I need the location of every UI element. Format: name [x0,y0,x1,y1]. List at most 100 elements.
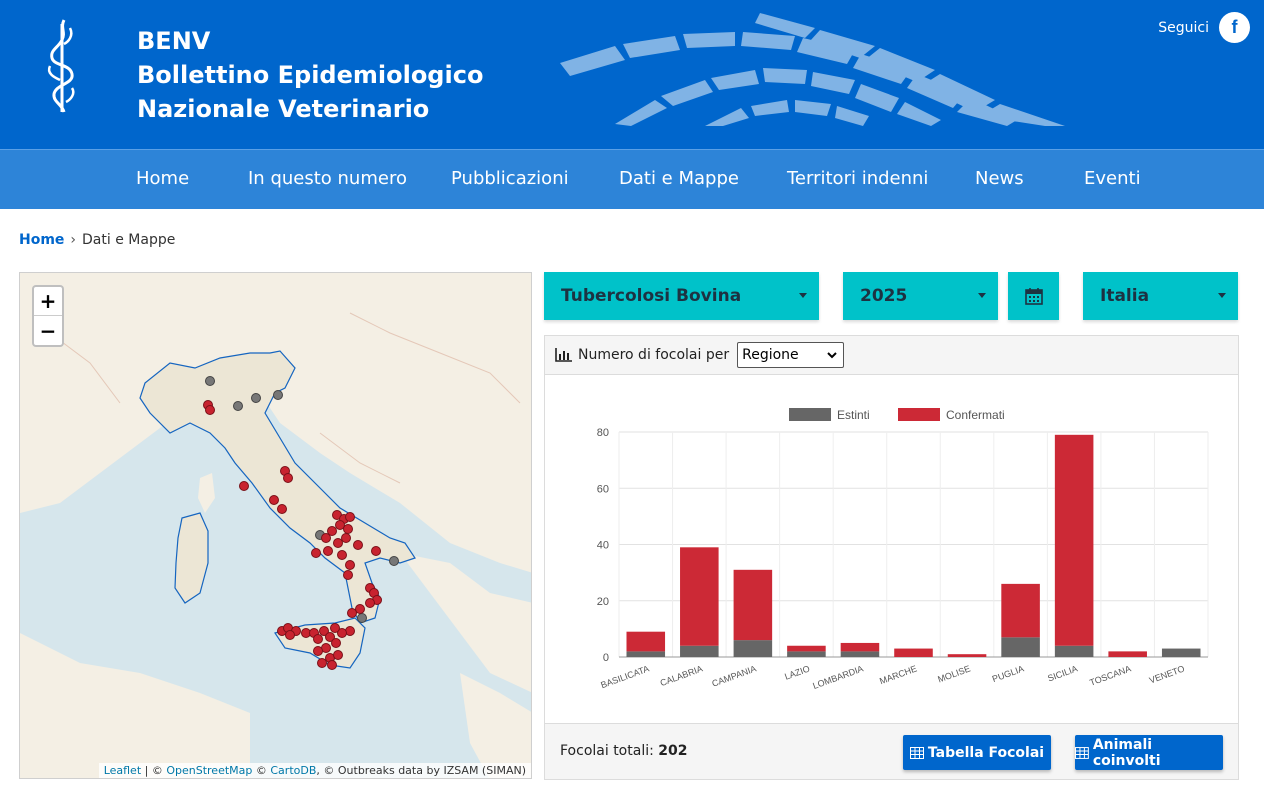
bar-estinti [1054,645,1094,657]
bar-confermati [787,645,826,652]
x-tick-label: LAZIO [783,663,811,681]
year-select-value: 2025 [860,286,908,306]
bar-estinti [733,640,773,657]
nav-item-eventi[interactable]: Eventi [1084,150,1141,210]
total-value: 202 [658,743,688,759]
legend-label: Confermati [946,408,1005,422]
y-tick-label: 20 [597,596,609,608]
bar-confermati [1054,434,1094,646]
map-attribution: Leaflet | © OpenStreetMap © CartoDB, © O… [98,763,531,778]
legend-label: Estinti [837,408,870,422]
table-icon [1075,746,1089,759]
total-outbreaks: Focolai totali: 202 [560,743,688,759]
nav-item-in-questo-numero[interactable]: In questo numero [248,150,407,210]
leaflet-link[interactable]: Leaflet [104,764,141,777]
x-tick-label: MOLISE [936,663,971,684]
disease-select[interactable]: Tubercolosi Bovina [544,272,819,320]
chart-panel-footer: Focolai totali: 202 Tabella Focolai Anim… [545,723,1238,779]
brand-line-3: Nazionale Veterinario [137,95,430,123]
area-select[interactable]: Italia [1083,272,1238,320]
year-select[interactable]: 2025 [843,272,998,320]
bar-chart-icon [555,348,572,362]
chart-panel-header: Numero di focolai per Regione [545,336,1238,375]
main-nav: Home In questo numero Pubblicazioni Dati… [0,149,1264,209]
bar-confermati [947,654,987,657]
caret-down-icon [799,293,807,298]
chart-panel: Numero di focolai per Regione 0 20 40 60 80 B… [544,335,1239,780]
bar-estinti [1161,648,1201,657]
x-tick-label: VENETO [1148,663,1186,685]
header-decoration [560,13,1065,126]
zoom-control: + − [32,285,64,347]
bar-estinti [680,645,719,657]
table-icon [909,746,924,759]
bar-confermati [626,631,666,652]
nav-item-dati-e-mappe[interactable]: Dati e Mappe [619,150,739,210]
osm-link[interactable]: OpenStreetMap [166,764,252,777]
area-select-value: Italia [1100,286,1150,306]
bar-estinti [1001,637,1040,657]
nav-item-territori-indenni[interactable]: Territori indenni [787,150,928,210]
attribution-sep-2: © [252,764,271,777]
calendar-button[interactable] [1008,272,1059,320]
chevron-down-icon [827,352,837,359]
y-tick-label: 0 [603,652,609,664]
site-title[interactable]: BENV Bollettino Epidemiologico Nazionale… [137,24,483,126]
table-focolai-button[interactable]: Tabella Focolai [903,735,1051,770]
animali-coinvolti-button[interactable]: Animali coinvolti [1075,735,1223,770]
bar-estinti [840,651,880,657]
zoom-in-button[interactable]: + [34,287,62,316]
y-tick-label: 60 [597,483,609,495]
x-tick-label: TOSCANA [1088,663,1132,687]
zoom-out-button[interactable]: − [34,316,62,345]
bar-confermati [1108,651,1147,657]
outbreak-map[interactable]: + − Leaflet | © OpenStreetMap © CartoDB,… [19,272,532,779]
x-tick-label: BASILICATA [599,663,650,690]
map-tiles [20,273,531,778]
table-focolai-label: Tabella Focolai [927,744,1045,761]
breadcrumb: Home › Dati e Mappe [19,232,175,248]
x-tick-label: MARCHE [878,663,918,686]
bar-estinti [787,651,826,657]
bar-estinti [626,651,666,657]
bar-confermati [894,648,933,657]
y-tick-label: 40 [597,540,609,552]
chevron-right-icon: › [70,232,77,248]
facebook-icon[interactable]: f [1219,12,1250,43]
nav-item-news[interactable]: News [975,150,1024,210]
caret-down-icon [1218,293,1226,298]
outbreaks-chart: 0 20 40 60 80 BASILICATA CALABRIA CAMPANIA LAZIO… [597,408,1209,691]
nav-item-pubblicazioni[interactable]: Pubblicazioni [451,150,569,210]
x-tick-label: CALABRIA [659,663,704,688]
group-by-label: Numero di focolai per [578,347,730,363]
brand-line-2: Bollettino Epidemiologico [137,61,484,89]
x-tick-label: SICILIA [1046,663,1079,683]
animali-coinvolti-label: Animali coinvolti [1092,736,1161,769]
bar-confermati [1001,583,1040,638]
social-links: Seguici f [1158,12,1250,43]
breadcrumb-home[interactable]: Home [19,232,64,248]
x-tick-label: CAMPANIA [711,663,758,688]
group-by-value: Regione [742,347,799,363]
group-by-select[interactable]: Regione [737,342,845,368]
legend-swatch [789,408,831,421]
site-header: BENV Bollettino Epidemiologico Nazionale… [0,0,1264,149]
bar-confermati [680,547,719,646]
calendar-icon [1024,288,1043,305]
breadcrumb-current: Dati e Mappe [82,232,176,248]
bar-confermati [840,642,880,652]
attribution-rest: , © Outbreaks data by IZSAM (SIMAN) [316,764,526,777]
attribution-sep: | © [141,764,167,777]
legend-swatch [898,408,940,421]
bar-confermati [733,569,773,641]
total-label: Focolai totali: [560,743,654,759]
cartodb-link[interactable]: CartoDB [270,764,316,777]
nav-item-home[interactable]: Home [136,150,189,210]
y-tick-label: 80 [597,427,609,439]
caduceus-icon[interactable] [42,18,82,116]
x-tick-label: PUGLIA [991,663,1025,684]
brand-acronym: BENV [137,27,211,55]
social-label: Seguici [1158,19,1209,36]
x-tick-label: LOMBARDIA [811,663,864,691]
caret-down-icon [978,293,986,298]
